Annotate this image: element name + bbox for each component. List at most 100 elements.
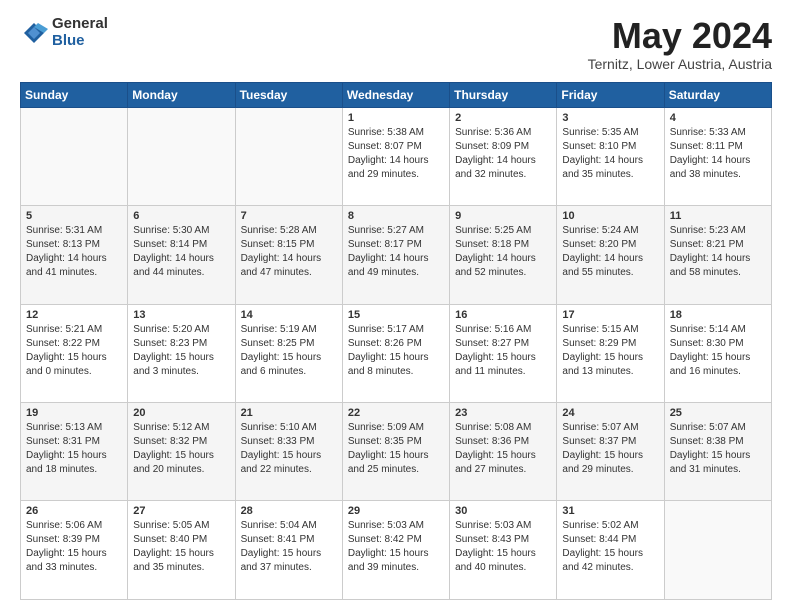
day-info: Sunrise: 5:27 AM Sunset: 8:17 PM Dayligh… [348,224,444,280]
header-row: Sunday Monday Tuesday Wednesday Thursday… [21,82,772,107]
day-info: Sunrise: 5:04 AM Sunset: 8:41 PM Dayligh… [241,519,337,575]
day-info: Sunrise: 5:17 AM Sunset: 8:26 PM Dayligh… [348,323,444,379]
day-info: Sunrise: 5:07 AM Sunset: 8:38 PM Dayligh… [670,421,766,477]
day-number: 20 [133,407,229,419]
day-number: 16 [455,309,551,321]
day-number: 31 [562,505,658,517]
day-cell [21,107,128,205]
day-number: 1 [348,112,444,124]
week-row-0: 1 Sunrise: 5:38 AM Sunset: 8:07 PM Daylig… [21,107,772,205]
day-number: 25 [670,407,766,419]
day-cell: 21 Sunrise: 5:10 AM Sunset: 8:33 PM Dayli… [235,403,342,501]
day-number: 19 [26,407,122,419]
day-cell: 2 Sunrise: 5:36 AM Sunset: 8:09 PM Daylig… [450,107,557,205]
day-info: Sunrise: 5:35 AM Sunset: 8:10 PM Dayligh… [562,126,658,182]
day-info: Sunrise: 5:06 AM Sunset: 8:39 PM Dayligh… [26,519,122,575]
day-info: Sunrise: 5:03 AM Sunset: 8:43 PM Dayligh… [455,519,551,575]
day-info: Sunrise: 5:05 AM Sunset: 8:40 PM Dayligh… [133,519,229,575]
day-info: Sunrise: 5:10 AM Sunset: 8:33 PM Dayligh… [241,421,337,477]
day-number: 27 [133,505,229,517]
day-info: Sunrise: 5:20 AM Sunset: 8:23 PM Dayligh… [133,323,229,379]
day-info: Sunrise: 5:28 AM Sunset: 8:15 PM Dayligh… [241,224,337,280]
day-number: 5 [26,210,122,222]
day-cell: 4Sunrise: 5:33 AM Sunset: 8:11 PM Daylig… [664,107,771,205]
day-number: 26 [26,505,122,517]
logo-blue: Blue [52,33,108,50]
col-wednesday: Wednesday [342,82,449,107]
day-info: Sunrise: 5:19 AM Sunset: 8:25 PM Dayligh… [241,323,337,379]
day-info: Sunrise: 5:14 AM Sunset: 8:30 PM Dayligh… [670,323,766,379]
day-number: 2 [455,112,551,124]
day-number: 11 [670,210,766,222]
day-cell: 6Sunrise: 5:30 AM Sunset: 8:14 PM Daylig… [128,206,235,304]
day-cell: 19 Sunrise: 5:13 AM Sunset: 8:31 PM Dayli… [21,403,128,501]
day-cell: 14 Sunrise: 5:19 AM Sunset: 8:25 PM Dayli… [235,304,342,402]
day-cell: 26 Sunrise: 5:06 AM Sunset: 8:39 PM Dayli… [21,501,128,600]
calendar-page: General Blue May 2024 Ternitz, Lower Aus… [0,0,792,612]
day-number: 24 [562,407,658,419]
day-cell: 10 Sunrise: 5:24 AM Sunset: 8:20 PM Dayli… [557,206,664,304]
day-number: 6 [133,210,229,222]
day-number: 23 [455,407,551,419]
day-cell: 29 Sunrise: 5:03 AM Sunset: 8:42 PM Dayli… [342,501,449,600]
day-cell: 5 Sunrise: 5:31 AM Sunset: 8:13 PM Daylig… [21,206,128,304]
day-number: 7 [241,210,337,222]
day-info: Sunrise: 5:12 AM Sunset: 8:32 PM Dayligh… [133,421,229,477]
day-number: 17 [562,309,658,321]
week-row-2: 12 Sunrise: 5:21 AM Sunset: 8:22 PM Dayli… [21,304,772,402]
day-cell: 22Sunrise: 5:09 AM Sunset: 8:35 PM Dayli… [342,403,449,501]
day-cell: 31 Sunrise: 5:02 AM Sunset: 8:44 PM Dayli… [557,501,664,600]
day-info: Sunrise: 5:15 AM Sunset: 8:29 PM Dayligh… [562,323,658,379]
col-saturday: Saturday [664,82,771,107]
col-thursday: Thursday [450,82,557,107]
day-info: Sunrise: 5:13 AM Sunset: 8:31 PM Dayligh… [26,421,122,477]
day-info: Sunrise: 5:16 AM Sunset: 8:27 PM Dayligh… [455,323,551,379]
day-number: 30 [455,505,551,517]
calendar-table: Sunday Monday Tuesday Wednesday Thursday… [20,82,772,600]
day-cell: 17 Sunrise: 5:15 AM Sunset: 8:29 PM Dayli… [557,304,664,402]
main-title: May 2024 [588,16,772,56]
day-cell: 24Sunrise: 5:07 AM Sunset: 8:37 PM Dayli… [557,403,664,501]
day-number: 15 [348,309,444,321]
day-number: 12 [26,309,122,321]
day-number: 14 [241,309,337,321]
day-number: 13 [133,309,229,321]
week-row-4: 26 Sunrise: 5:06 AM Sunset: 8:39 PM Dayli… [21,501,772,600]
day-info: Sunrise: 5:24 AM Sunset: 8:20 PM Dayligh… [562,224,658,280]
day-number: 9 [455,210,551,222]
day-info: Sunrise: 5:08 AM Sunset: 8:36 PM Dayligh… [455,421,551,477]
day-info: Sunrise: 5:31 AM Sunset: 8:13 PM Dayligh… [26,224,122,280]
day-cell: 12 Sunrise: 5:21 AM Sunset: 8:22 PM Dayli… [21,304,128,402]
logo-general: General [52,16,108,33]
day-cell: 27 Sunrise: 5:05 AM Sunset: 8:40 PM Dayli… [128,501,235,600]
day-number: 29 [348,505,444,517]
col-tuesday: Tuesday [235,82,342,107]
day-cell: 20 Sunrise: 5:12 AM Sunset: 8:32 PM Dayli… [128,403,235,501]
day-number: 28 [241,505,337,517]
subtitle: Ternitz, Lower Austria, Austria [588,56,772,72]
day-info: Sunrise: 5:03 AM Sunset: 8:42 PM Dayligh… [348,519,444,575]
day-cell: 25 Sunrise: 5:07 AM Sunset: 8:38 PM Dayli… [664,403,771,501]
day-cell: 8 Sunrise: 5:27 AM Sunset: 8:17 PM Daylig… [342,206,449,304]
day-number: 21 [241,407,337,419]
day-number: 8 [348,210,444,222]
day-info: Sunrise: 5:36 AM Sunset: 8:09 PM Dayligh… [455,126,551,182]
day-cell [664,501,771,600]
day-cell: 1 Sunrise: 5:38 AM Sunset: 8:07 PM Daylig… [342,107,449,205]
day-info: Sunrise: 5:38 AM Sunset: 8:07 PM Dayligh… [348,126,444,182]
logo: General Blue [20,16,108,49]
day-cell: 13 Sunrise: 5:20 AM Sunset: 8:23 PM Dayli… [128,304,235,402]
day-info: Sunrise: 5:21 AM Sunset: 8:22 PM Dayligh… [26,323,122,379]
day-cell: 30 Sunrise: 5:03 AM Sunset: 8:43 PM Dayli… [450,501,557,600]
col-monday: Monday [128,82,235,107]
day-cell: 3 Sunrise: 5:35 AM Sunset: 8:10 PM Daylig… [557,107,664,205]
day-cell [235,107,342,205]
day-cell: 28 Sunrise: 5:04 AM Sunset: 8:41 PM Dayli… [235,501,342,600]
day-cell: 16 Sunrise: 5:16 AM Sunset: 8:27 PM Dayli… [450,304,557,402]
header: General Blue May 2024 Ternitz, Lower Aus… [20,16,772,72]
day-cell: 23 Sunrise: 5:08 AM Sunset: 8:36 PM Dayli… [450,403,557,501]
title-block: May 2024 Ternitz, Lower Austria, Austria [588,16,772,72]
day-number: 3 [562,112,658,124]
day-number: 10 [562,210,658,222]
day-info: Sunrise: 5:02 AM Sunset: 8:44 PM Dayligh… [562,519,658,575]
